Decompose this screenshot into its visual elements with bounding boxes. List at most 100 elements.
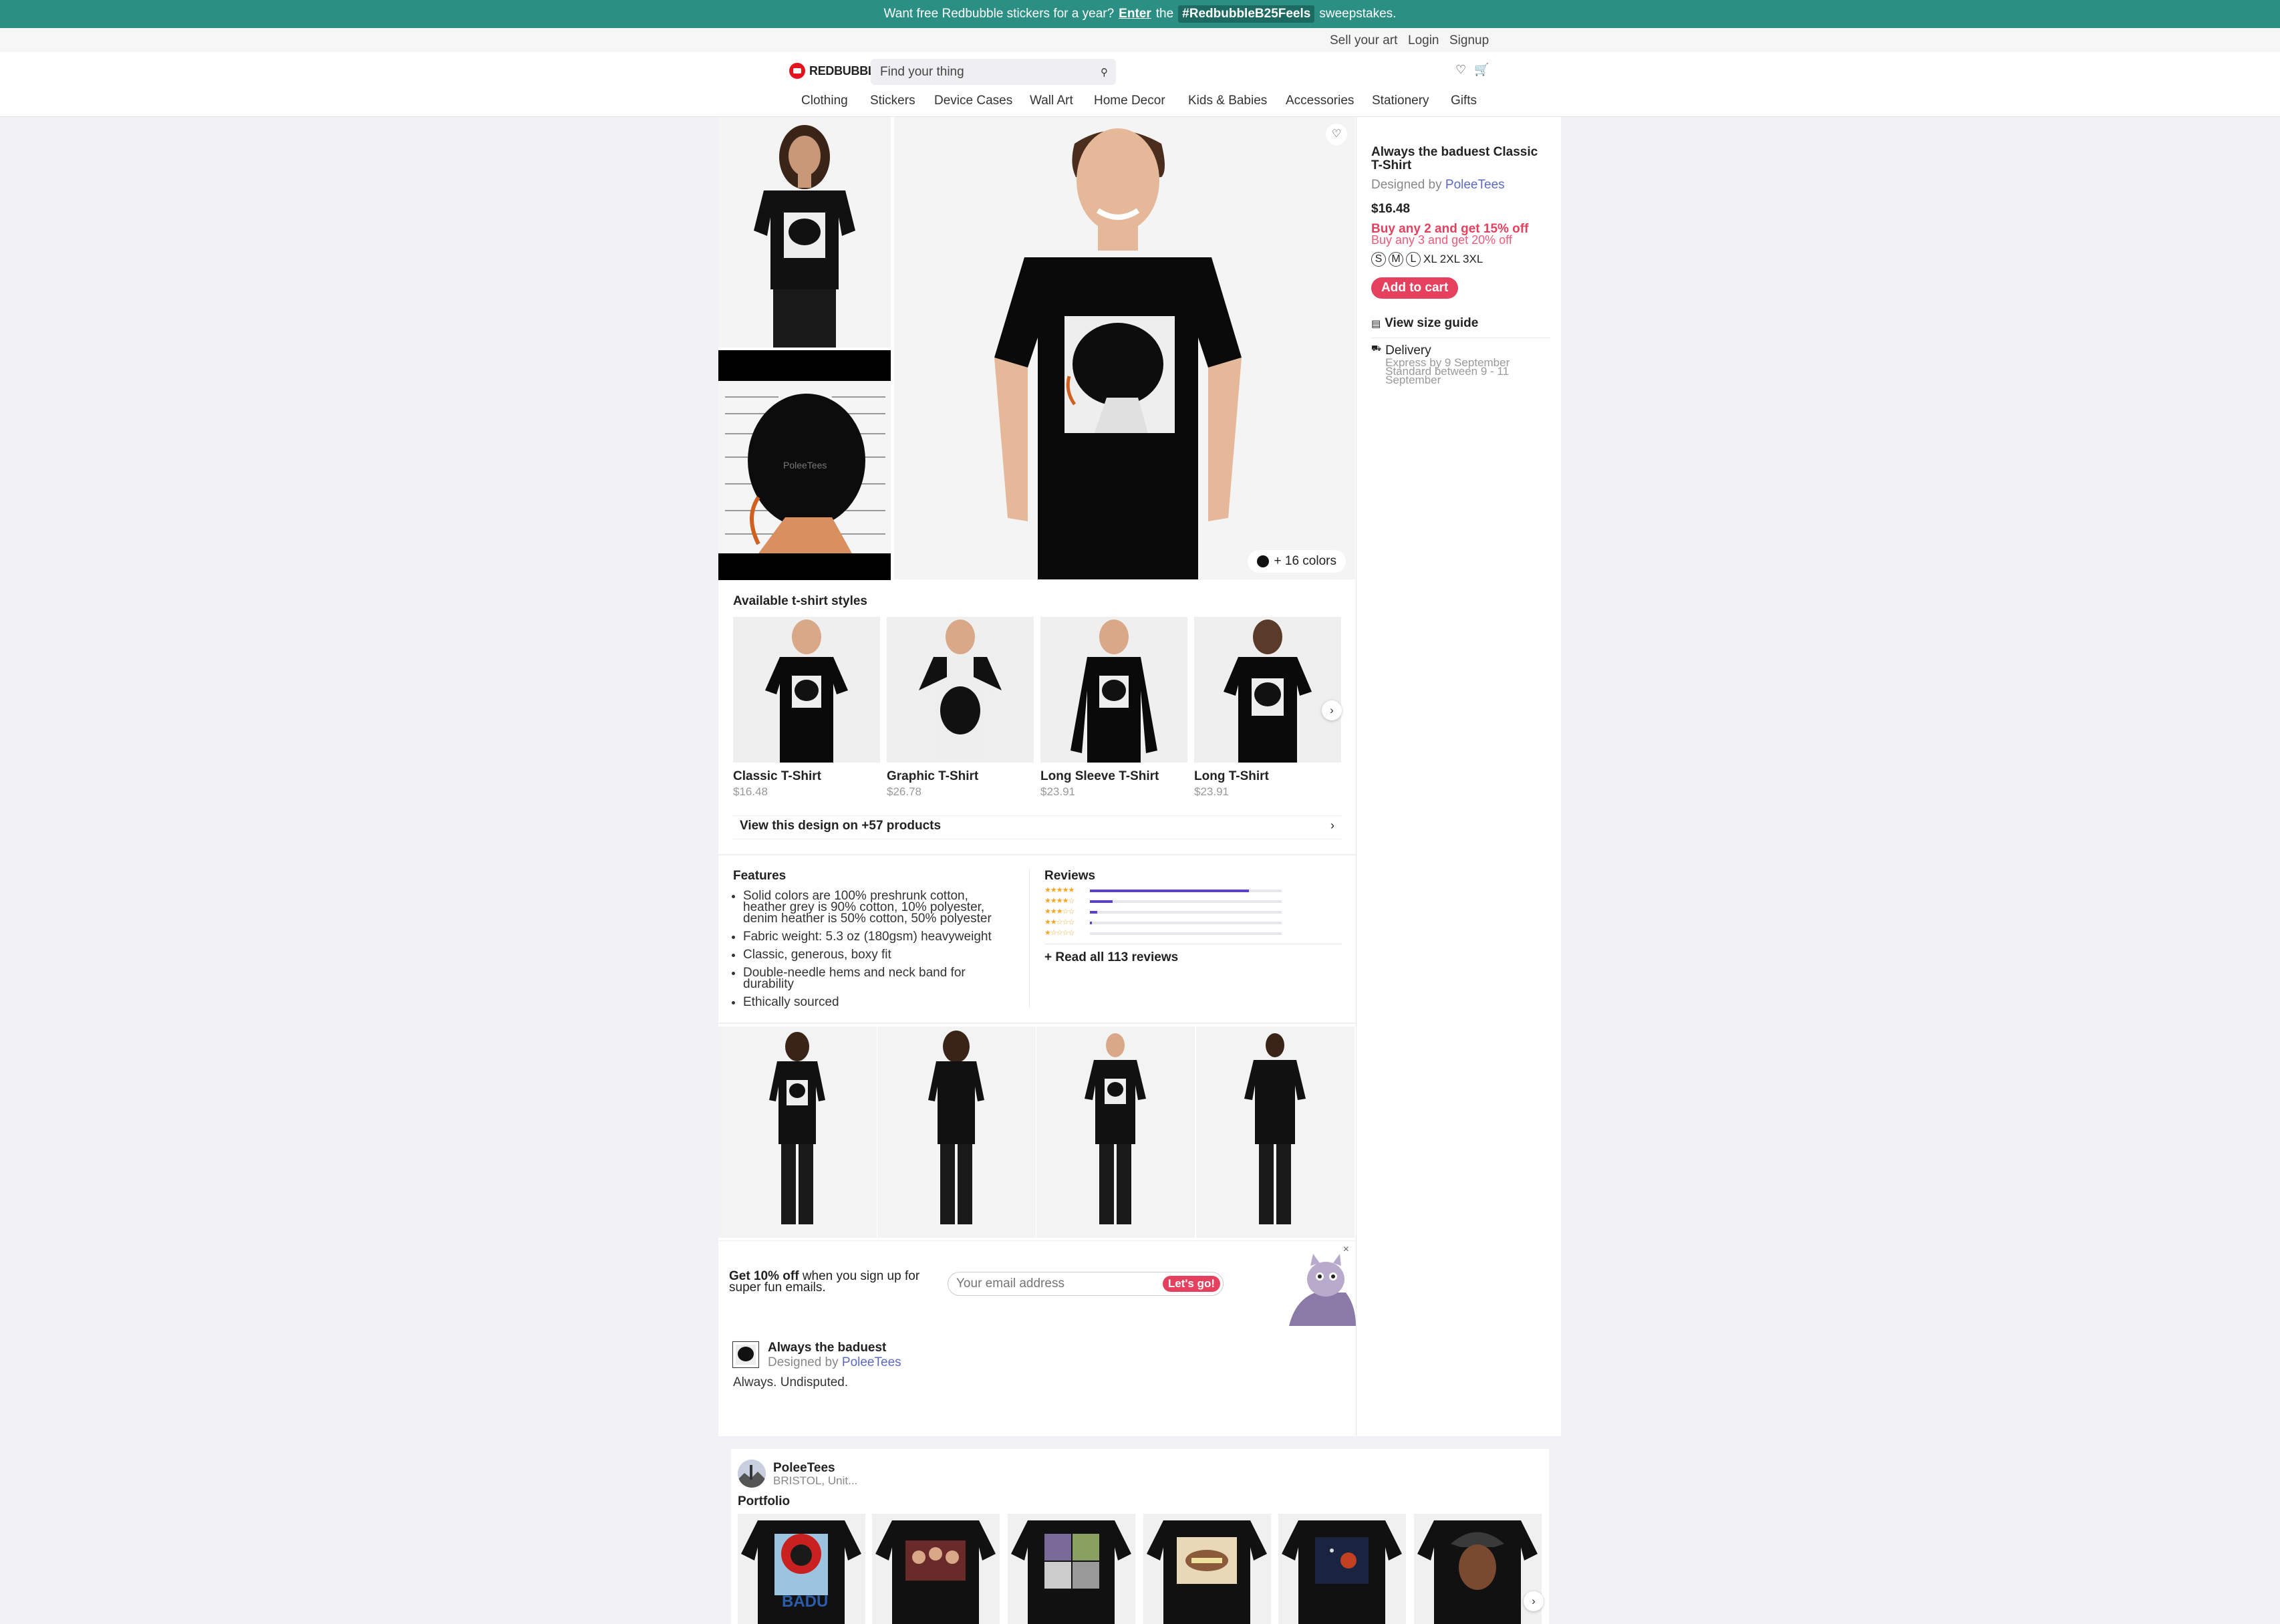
- feature-item: Double-needle hems and neck band for dur…: [743, 966, 1010, 990]
- style-name: Long T-Shirt: [1194, 769, 1269, 783]
- truck-icon: ⛟: [1371, 344, 1382, 353]
- style-price: $23.91: [1194, 785, 1229, 798]
- portfolio-item[interactable]: [1278, 1514, 1406, 1624]
- chevron-right-icon[interactable]: ›: [1322, 700, 1342, 720]
- style-card-classic[interactable]: Classic T-Shirt $16.48: [733, 617, 880, 799]
- style-card-long-sleeve[interactable]: Long Sleeve T-Shirt $23.91: [1040, 617, 1187, 799]
- rating-fill: [1090, 922, 1092, 924]
- feature-item: Ethically sourced: [743, 996, 1010, 1008]
- gallery-image-front-female[interactable]: [718, 1027, 877, 1238]
- rating-fill: [1090, 900, 1113, 903]
- reviews-title: Reviews: [1044, 869, 1096, 883]
- rating-fill: [1090, 911, 1098, 914]
- color-selector-button[interactable]: + 16 colors: [1247, 550, 1346, 573]
- portfolio-item[interactable]: BADU: [738, 1514, 865, 1624]
- nav-wall-art[interactable]: Wall Art: [1030, 94, 1073, 108]
- favorite-button[interactable]: ♡: [1326, 124, 1347, 145]
- style-card-long[interactable]: Long T-Shirt $23.91: [1194, 617, 1341, 799]
- divider: [718, 1023, 1356, 1024]
- read-all-reviews-link[interactable]: + Read all 113 reviews: [1044, 950, 1178, 965]
- rating-fill: [1090, 890, 1250, 892]
- size-option-2xl[interactable]: 2XL: [1440, 253, 1460, 266]
- rating-row-3: ★★★☆☆: [1044, 907, 1282, 918]
- site-header: REDBUBBLE ⚲ ♡ 🛒 Clothing Stickers Device…: [0, 52, 2280, 117]
- product-title: Always the baduest Classic T-Shirt: [1371, 145, 1538, 172]
- rating-row-4: ★★★★☆: [1044, 896, 1282, 907]
- portfolio-item[interactable]: [1414, 1514, 1542, 1624]
- style-image: [733, 617, 880, 763]
- email-field[interactable]: [948, 1272, 1149, 1295]
- portfolio-item[interactable]: [1143, 1514, 1271, 1624]
- nav-clothing[interactable]: Clothing: [801, 94, 848, 108]
- size-option-s[interactable]: S: [1371, 252, 1386, 267]
- style-card-graphic[interactable]: Graphic T-Shirt $26.78: [887, 617, 1034, 799]
- chevron-right-icon: ›: [1330, 819, 1334, 832]
- features-list: Solid colors are 100% preshrunk cotton, …: [743, 890, 1010, 1014]
- feature-item: Classic, generous, boxy fit: [743, 948, 1010, 961]
- color-swatch-icon: [1256, 555, 1269, 567]
- delivery-section: ⛟ Delivery Express by 9 September Standa…: [1371, 337, 1550, 386]
- designer-line: Designed by PoleeTees: [1371, 178, 1550, 192]
- mascot-illustration: [1289, 1254, 1356, 1326]
- nav-stationery[interactable]: Stationery: [1372, 94, 1429, 108]
- portfolio-item[interactable]: [872, 1514, 1000, 1624]
- designed-by-label: Designed by: [768, 1355, 839, 1369]
- nav-stickers[interactable]: Stickers: [870, 94, 915, 108]
- login-link[interactable]: Login: [1408, 33, 1439, 48]
- portfolio-item[interactable]: [1008, 1514, 1135, 1624]
- style-price: $26.78: [887, 785, 921, 798]
- artist-avatar[interactable]: [738, 1460, 766, 1488]
- gallery-image-back-female[interactable]: [877, 1027, 1036, 1238]
- promo-enter-link[interactable]: Enter: [1119, 7, 1151, 21]
- design-description: Always. Undisputed.: [733, 1375, 849, 1389]
- signup-link[interactable]: Signup: [1449, 33, 1489, 48]
- stars-icon: ★★★☆☆: [1044, 908, 1075, 916]
- stars-icon: ★★★★☆: [1044, 897, 1075, 905]
- design-designer-line: Designed by PoleeTees: [768, 1355, 901, 1370]
- nav-gifts[interactable]: Gifts: [1451, 94, 1477, 108]
- nav-kids-babies[interactable]: Kids & Babies: [1188, 94, 1267, 108]
- designer-link[interactable]: PoleeTees: [1445, 178, 1505, 192]
- heart-icon[interactable]: ♡: [1455, 63, 1466, 77]
- thumbnail-model[interactable]: [718, 117, 891, 348]
- promo-banner: Want free Redbubble stickers for a year?…: [0, 0, 2280, 28]
- style-image: [1194, 617, 1341, 763]
- feature-item: Solid colors are 100% preshrunk cotton, …: [743, 890, 1010, 925]
- nav-home-decor[interactable]: Home Decor: [1094, 94, 1165, 108]
- divider: [1029, 869, 1030, 1008]
- category-nav: Clothing Stickers Device Cases Wall Art …: [0, 94, 2280, 114]
- design-avatar[interactable]: [732, 1341, 759, 1368]
- search-icon[interactable]: ⚲: [1101, 66, 1108, 78]
- stars-icon: ★★★★★: [1044, 886, 1075, 894]
- sell-your-art-link[interactable]: Sell your art: [1330, 33, 1397, 48]
- size-option-l[interactable]: L: [1406, 252, 1421, 267]
- feature-item: Fabric weight: 5.3 oz (180gsm) heavyweig…: [743, 930, 1010, 943]
- size-guide-link[interactable]: ▤ View size guide: [1371, 316, 1550, 331]
- rating-bar: [1090, 932, 1282, 935]
- view-all-products-link[interactable]: View this design on +57 products ›: [733, 815, 1341, 839]
- size-guide-label: View size guide: [1385, 316, 1479, 330]
- promo-hashtag: #RedbubbleB25Feels: [1178, 5, 1315, 23]
- size-option-3xl[interactable]: 3XL: [1463, 253, 1483, 266]
- search-input[interactable]: [871, 59, 1085, 85]
- gallery-image-front-male[interactable]: [1036, 1027, 1195, 1238]
- thumbnail-design[interactable]: PoleeTees: [718, 350, 891, 580]
- rating-bar: [1090, 922, 1282, 924]
- cart-icon[interactable]: 🛒: [1474, 63, 1489, 77]
- size-option-xl[interactable]: XL: [1423, 253, 1437, 266]
- nav-device-cases[interactable]: Device Cases: [934, 94, 1012, 108]
- artist-name[interactable]: PoleeTees: [773, 1461, 835, 1476]
- styles-title: Available t-shirt styles: [733, 594, 867, 608]
- chevron-right-icon[interactable]: ›: [1524, 1591, 1544, 1611]
- ruler-icon: ▤: [1371, 318, 1381, 329]
- newsletter-submit-button[interactable]: Let's go!: [1162, 1276, 1220, 1292]
- product-info: Always the baduest Classic T-Shirt Desig…: [1371, 145, 1550, 386]
- style-name: Classic T-Shirt: [733, 769, 821, 783]
- add-to-cart-button[interactable]: Add to cart: [1371, 277, 1459, 299]
- nav-accessories[interactable]: Accessories: [1286, 94, 1354, 108]
- logo[interactable]: REDBUBBLE: [789, 63, 883, 79]
- size-option-m[interactable]: M: [1389, 252, 1403, 267]
- gallery-image-back-male[interactable]: [1196, 1027, 1355, 1238]
- designer-link[interactable]: PoleeTees: [842, 1355, 901, 1369]
- rating-row-2: ★★☆☆☆: [1044, 918, 1282, 928]
